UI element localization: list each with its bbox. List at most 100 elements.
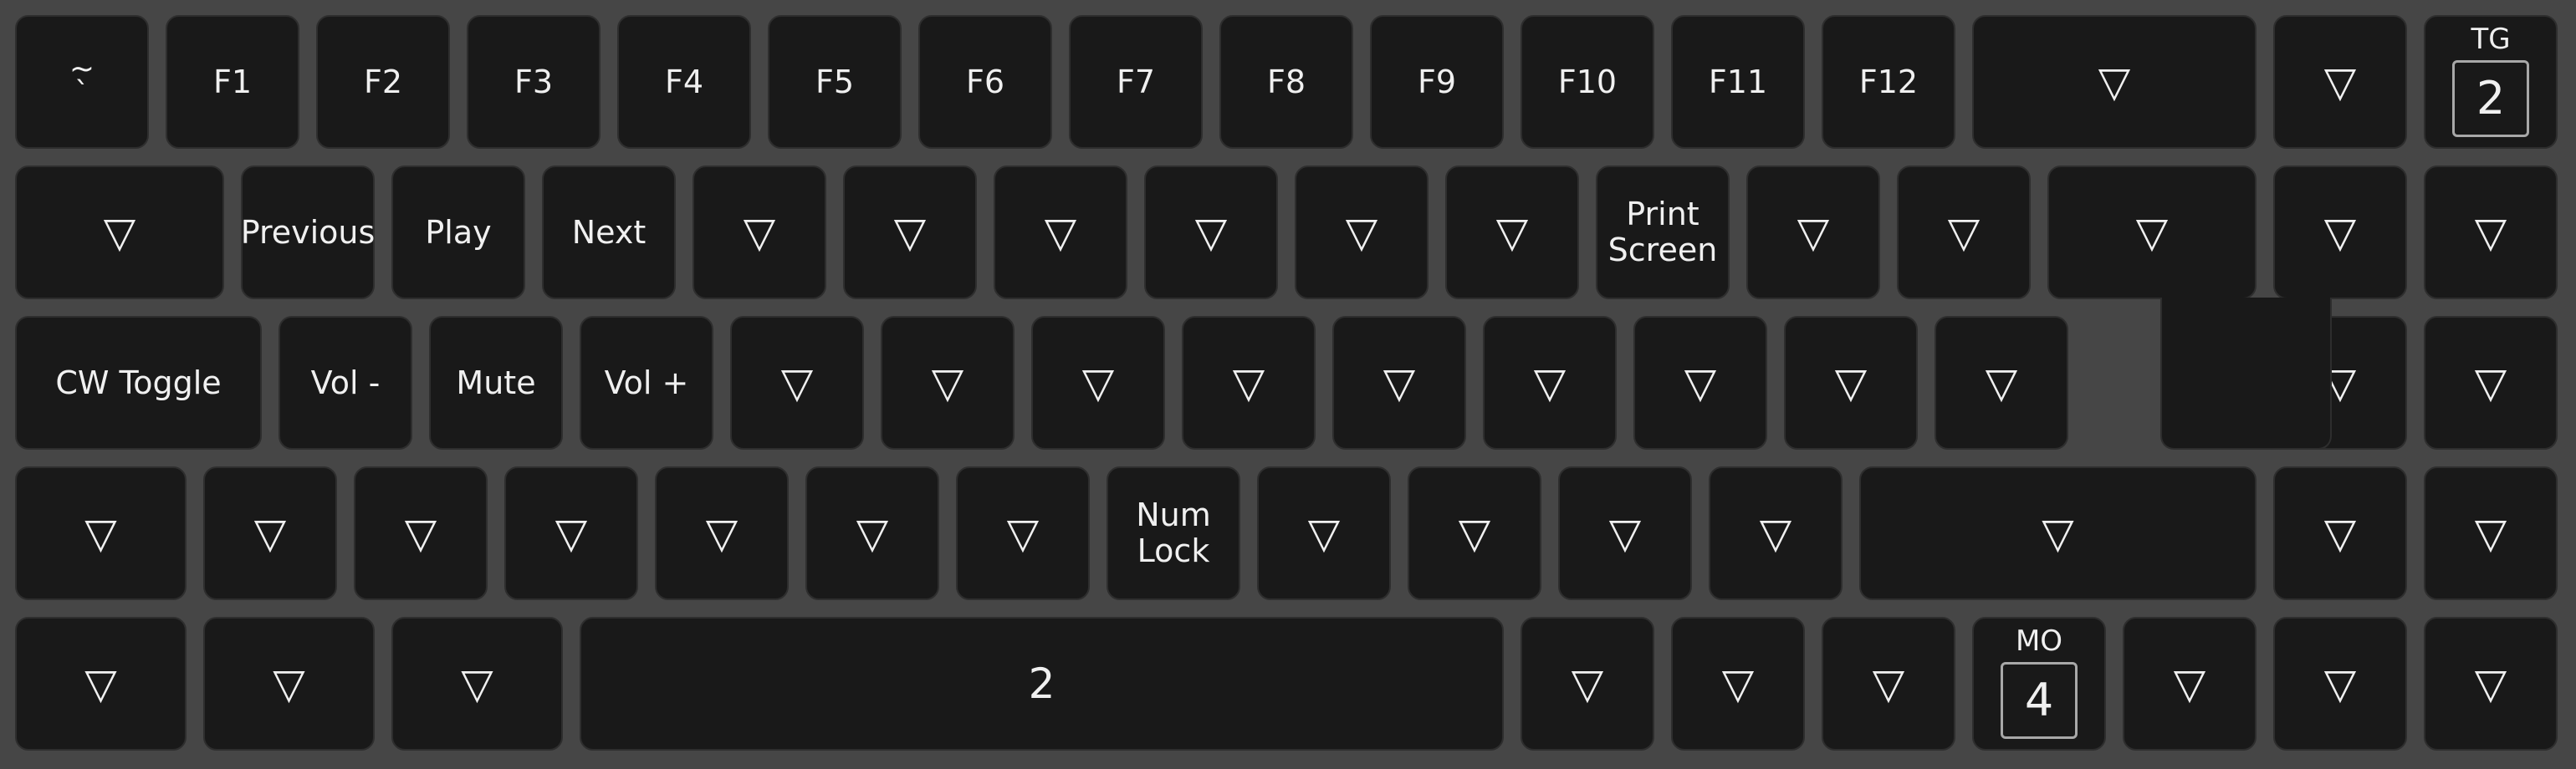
transparent-triangle-icon: ▽ bbox=[2323, 660, 2357, 708]
key-f3[interactable]: F3 bbox=[467, 15, 601, 149]
key-transparent[interactable]: ▽ bbox=[1445, 166, 1579, 299]
key-transparent[interactable]: ▽ bbox=[15, 166, 224, 299]
key-f12[interactable]: F12 bbox=[1822, 15, 1955, 149]
key-transparent[interactable]: ▽ bbox=[956, 466, 1090, 600]
key-grave-tilde[interactable]: ~ ` bbox=[15, 15, 149, 149]
transparent-triangle-icon: ▽ bbox=[84, 509, 117, 558]
key-transparent[interactable]: ▽ bbox=[1822, 617, 1955, 751]
layer-key-tg[interactable]: TG 2 bbox=[2424, 15, 2558, 149]
key-transparent[interactable]: ▽ bbox=[1144, 166, 1278, 299]
key-transparent[interactable]: ▽ bbox=[1784, 316, 1918, 450]
key-cw-toggle[interactable]: CW Toggle bbox=[15, 316, 262, 450]
key-transparent[interactable]: ▽ bbox=[1897, 166, 2031, 299]
key-transparent[interactable]: ▽ bbox=[15, 466, 187, 600]
key-f2[interactable]: F2 bbox=[316, 15, 450, 149]
key-transparent[interactable]: ▽ bbox=[2424, 617, 2558, 751]
key-transparent[interactable]: ▽ bbox=[843, 166, 977, 299]
key-transparent[interactable]: ▽ bbox=[693, 166, 826, 299]
key-transparent[interactable]: ▽ bbox=[655, 466, 789, 600]
key-transparent[interactable]: ▽ bbox=[1257, 466, 1391, 600]
keyboard-layout: ~ ` F1 F2 F3 F4 F5 F6 F7 F8 F9 F10 F11 F12 ▽ ▽ TG 2 ▽ Prev… bbox=[0, 0, 2576, 769]
key-label: F9 bbox=[1417, 63, 1457, 100]
key-previous[interactable]: Previous bbox=[241, 166, 375, 299]
transparent-triangle-icon: ▽ bbox=[555, 509, 588, 558]
key-transparent[interactable]: ▽ bbox=[2424, 166, 2558, 299]
key-transparent[interactable]: ▽ bbox=[1633, 316, 1767, 450]
transparent-triangle-icon: ▽ bbox=[1307, 509, 1341, 558]
key-label: ~ ` bbox=[69, 52, 95, 110]
key-transparent[interactable]: ▽ bbox=[2273, 15, 2407, 149]
key-f10[interactable]: F10 bbox=[1521, 15, 1654, 149]
layer-key-mo[interactable]: MO 4 bbox=[1972, 617, 2106, 751]
key-transparent[interactable]: ▽ bbox=[1558, 466, 1692, 600]
transparent-triangle-icon: ▽ bbox=[1985, 359, 2018, 407]
transparent-triangle-icon: ▽ bbox=[2474, 660, 2507, 708]
key-label: F10 bbox=[1557, 63, 1618, 100]
key-transparent[interactable]: ▽ bbox=[391, 617, 563, 751]
key-label: Num Lock bbox=[1136, 497, 1211, 569]
transparent-triangle-icon: ▽ bbox=[893, 208, 927, 257]
key-transparent[interactable]: ▽ bbox=[1408, 466, 1541, 600]
transparent-triangle-icon: ▽ bbox=[2323, 509, 2357, 558]
key-f5[interactable]: F5 bbox=[768, 15, 902, 149]
key-transparent[interactable]: ▽ bbox=[15, 617, 187, 751]
key-transparent[interactable]: ▽ bbox=[1182, 316, 1316, 450]
key-play[interactable]: Play bbox=[391, 166, 525, 299]
layer-key-label: MO bbox=[2015, 624, 2063, 658]
key-f7[interactable]: F7 bbox=[1069, 15, 1203, 149]
key-transparent[interactable]: ▽ bbox=[2123, 617, 2257, 751]
key-transparent[interactable]: ▽ bbox=[1031, 316, 1165, 450]
transparent-triangle-icon: ▽ bbox=[84, 660, 117, 708]
key-num-lock[interactable]: Num Lock bbox=[1107, 466, 1240, 600]
key-transparent[interactable]: ▽ bbox=[1295, 166, 1429, 299]
transparent-triangle-icon: ▽ bbox=[103, 208, 136, 257]
transparent-triangle-icon: ▽ bbox=[461, 660, 493, 708]
key-f9[interactable]: F9 bbox=[1370, 15, 1504, 149]
key-label: F11 bbox=[1708, 63, 1768, 100]
transparent-triangle-icon: ▽ bbox=[931, 359, 964, 407]
key-transparent[interactable]: ▽ bbox=[203, 617, 375, 751]
key-transparent[interactable]: ▽ bbox=[203, 466, 337, 600]
key-f1[interactable]: F1 bbox=[166, 15, 299, 149]
key-f4[interactable]: F4 bbox=[617, 15, 751, 149]
transparent-triangle-icon: ▽ bbox=[1383, 359, 1416, 407]
key-transparent[interactable]: ▽ bbox=[2424, 316, 2558, 450]
transparent-triangle-icon: ▽ bbox=[2474, 208, 2507, 257]
key-space-layer-2[interactable]: 2 bbox=[580, 617, 1504, 751]
key-print-screen[interactable]: Print Screen bbox=[1596, 166, 1730, 299]
key-transparent[interactable]: ▽ bbox=[2273, 617, 2407, 751]
key-f11[interactable]: F11 bbox=[1671, 15, 1805, 149]
key-label: 2 bbox=[1028, 660, 1055, 708]
iso-enter-key-lower-part[interactable] bbox=[2160, 298, 2332, 450]
key-transparent[interactable]: ▽ bbox=[1332, 316, 1466, 450]
key-transparent[interactable]: ▽ bbox=[2273, 466, 2407, 600]
key-transparent[interactable]: ▽ bbox=[1935, 316, 2068, 450]
key-transparent[interactable]: ▽ bbox=[2424, 466, 2558, 600]
key-transparent[interactable]: ▽ bbox=[730, 316, 864, 450]
key-transparent[interactable]: ▽ bbox=[2047, 166, 2257, 299]
key-transparent[interactable]: ▽ bbox=[2273, 166, 2407, 299]
key-transparent[interactable]: ▽ bbox=[1859, 466, 2257, 600]
transparent-triangle-icon: ▽ bbox=[2135, 208, 2169, 257]
key-transparent[interactable]: ▽ bbox=[1521, 617, 1654, 751]
key-transparent[interactable]: ▽ bbox=[1709, 466, 1843, 600]
key-transparent[interactable]: ▽ bbox=[1972, 15, 2257, 149]
key-transparent[interactable]: ▽ bbox=[881, 316, 1015, 450]
key-vol[interactable]: Vol - bbox=[279, 316, 412, 450]
transparent-triangle-icon: ▽ bbox=[1044, 208, 1077, 257]
key-vol[interactable]: Vol + bbox=[580, 316, 713, 450]
transparent-triangle-icon: ▽ bbox=[1872, 660, 1905, 708]
key-mute[interactable]: Mute bbox=[429, 316, 563, 450]
key-transparent[interactable]: ▽ bbox=[1746, 166, 1880, 299]
key-f8[interactable]: F8 bbox=[1219, 15, 1353, 149]
key-transparent[interactable]: ▽ bbox=[805, 466, 939, 600]
transparent-triangle-icon: ▽ bbox=[856, 509, 889, 558]
key-transparent[interactable]: ▽ bbox=[504, 466, 638, 600]
transparent-triangle-icon: ▽ bbox=[2323, 58, 2357, 106]
key-transparent[interactable]: ▽ bbox=[1671, 617, 1805, 751]
key-next[interactable]: Next bbox=[542, 166, 676, 299]
key-transparent[interactable]: ▽ bbox=[994, 166, 1127, 299]
key-transparent[interactable]: ▽ bbox=[354, 466, 488, 600]
key-transparent[interactable]: ▽ bbox=[1483, 316, 1617, 450]
key-f6[interactable]: F6 bbox=[918, 15, 1052, 149]
